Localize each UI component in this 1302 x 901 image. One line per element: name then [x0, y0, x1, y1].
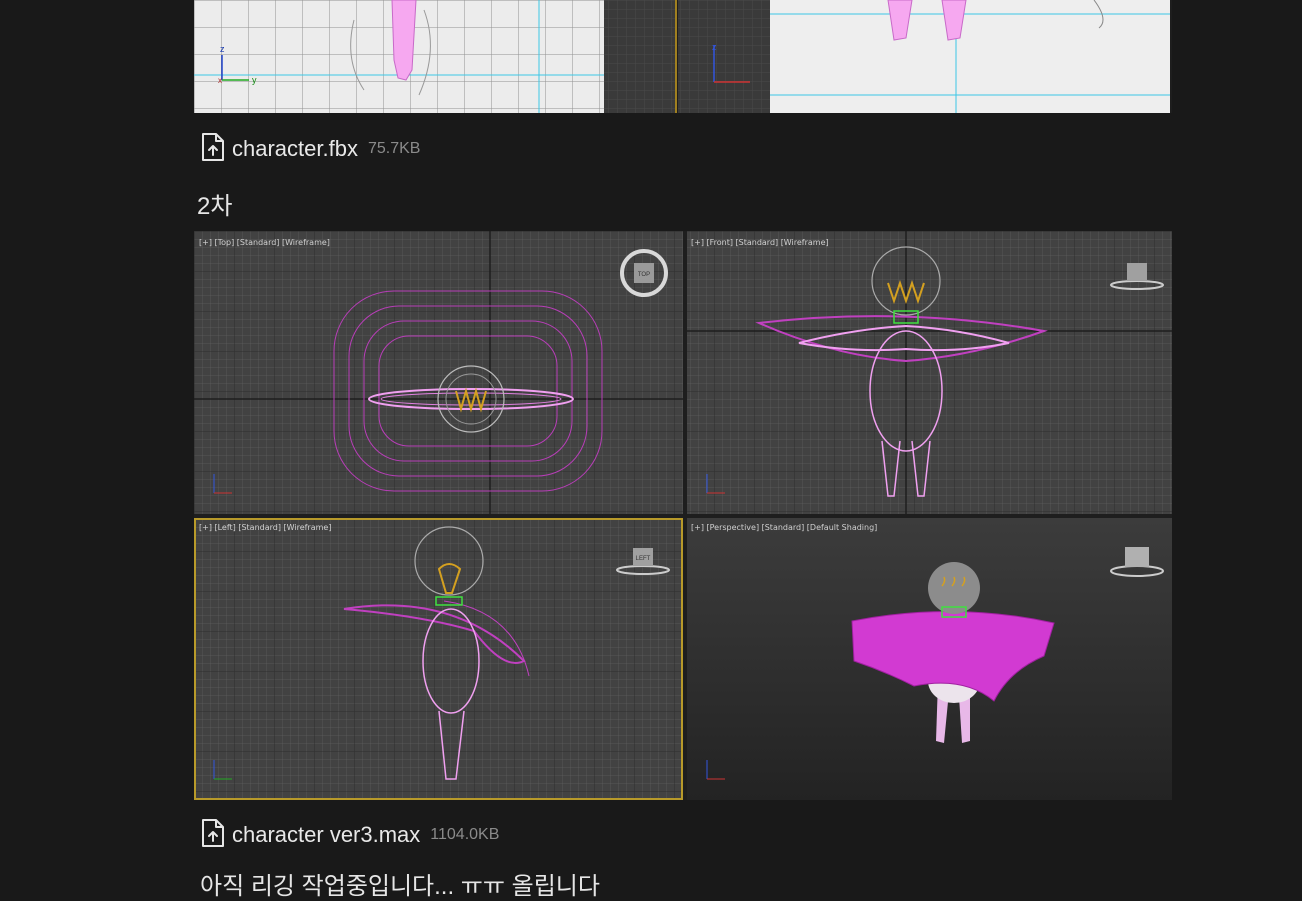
attachment-character-ver3-max[interactable]: character ver3.max 1104.0KB — [200, 818, 500, 853]
viewport-front[interactable]: [+] [Front] [Standard] [Wireframe] — [687, 231, 1172, 514]
svg-text:x: x — [218, 76, 222, 85]
viewport-top[interactable]: [+] [Top] [Standard] [Wireframe] TOP — [194, 231, 683, 514]
viewport-perspective[interactable]: [+] [Perspective] [Standard] [Default Sh… — [687, 518, 1172, 800]
reference-image-2[interactable]: [+] [Top] [Standard] [Wireframe] TOP [+]… — [194, 231, 1172, 800]
viewport-label-perspective[interactable]: [+] [Perspective] [Standard] [Default Sh… — [691, 523, 877, 532]
viewport-label-top[interactable]: [+] [Top] [Standard] [Wireframe] — [199, 238, 330, 247]
viewport-label-left[interactable]: [+] [Left] [Standard] [Wireframe] — [199, 523, 331, 532]
file-name[interactable]: character.fbx — [232, 136, 358, 162]
file-upload-icon — [200, 132, 226, 167]
file-size: 1104.0KB — [430, 826, 500, 843]
file-upload-icon — [200, 818, 226, 853]
file-size: 75.7KB — [367, 140, 421, 157]
attachment-character-fbx[interactable]: character.fbx 75.7KB — [200, 132, 421, 167]
svg-text:z: z — [220, 44, 225, 54]
viewport-left[interactable]: [+] [Left] [Standard] [Wireframe] LEFT — [194, 518, 683, 800]
file-name[interactable]: character ver3.max — [232, 822, 420, 848]
reference-image-1[interactable]: z y x z — [194, 0, 1172, 113]
svg-text:y: y — [252, 75, 257, 85]
svg-text:z: z — [712, 42, 717, 52]
viewcube-left-label: LEFT — [636, 556, 651, 562]
viewport-label-front[interactable]: [+] [Front] [Standard] [Wireframe] — [691, 238, 829, 247]
section-heading: 2차 — [197, 193, 233, 220]
body-text-partial: 아직 리깅 작업중입니다... ㅠㅠ 올립니다 — [200, 873, 600, 900]
viewcube-top-label: TOP — [638, 272, 650, 278]
